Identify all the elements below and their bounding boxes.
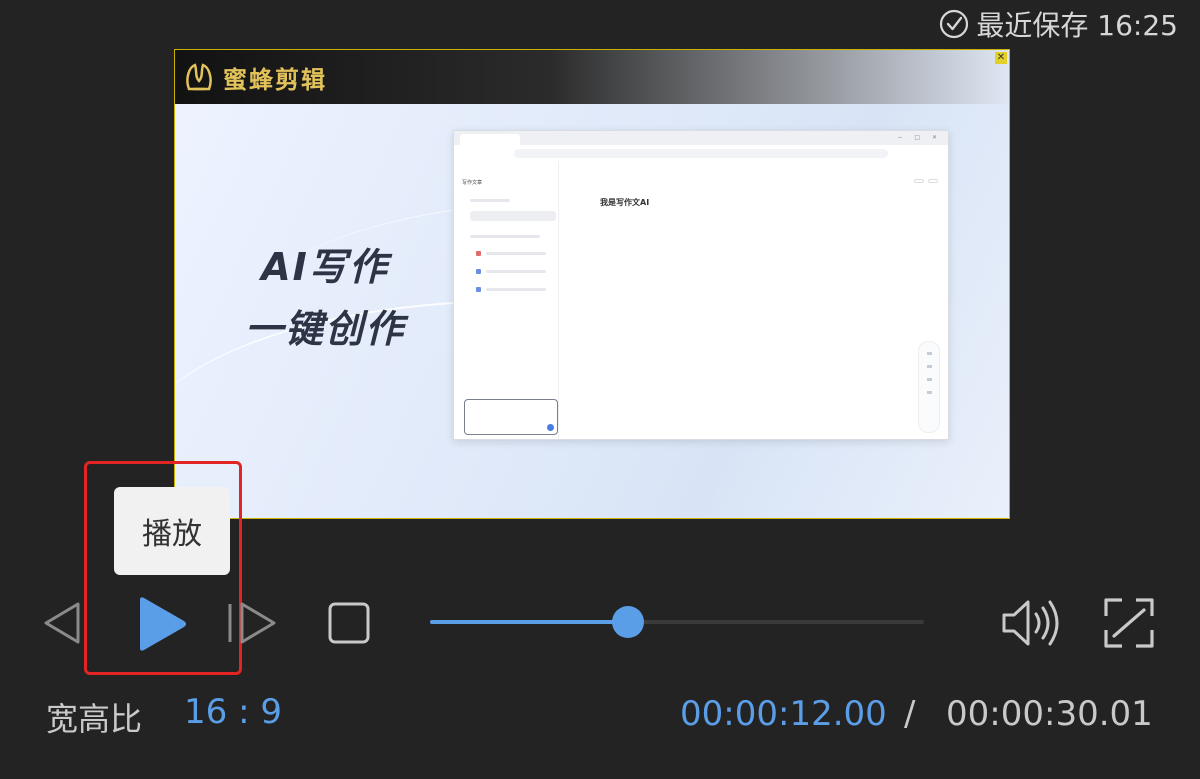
mock-input-box (464, 399, 558, 435)
mock-toolbar (910, 179, 938, 185)
aspect-ratio-value[interactable]: 16 : 9 (184, 692, 282, 732)
next-frame-icon (228, 602, 276, 644)
video-preview[interactable]: 蜜蜂剪辑 ✕ AI写作 一键创作 − □ ✕ 写作文章 我是写作文AI (174, 49, 1010, 519)
previous-frame-button[interactable] (40, 598, 84, 648)
mock-heading: 我是写作文AI (600, 198, 650, 207)
save-status-text: 最近保存 16:25 (976, 9, 1178, 42)
mock-button (914, 179, 924, 183)
mock-pill (470, 211, 556, 221)
stop-button[interactable] (326, 600, 372, 646)
next-frame-button[interactable] (226, 598, 280, 648)
fullscreen-button[interactable] (1100, 596, 1158, 650)
fullscreen-icon (1104, 598, 1154, 648)
preview-browser-mockup: − □ ✕ 写作文章 我是写作文AI (453, 130, 949, 440)
play-icon (140, 597, 186, 651)
close-icon[interactable]: ✕ (995, 52, 1007, 64)
mock-dot (476, 287, 481, 292)
logo-text: 蜜蜂剪辑 (223, 65, 327, 94)
mock-line (486, 270, 546, 273)
mock-dot (476, 269, 481, 274)
mock-line (486, 288, 546, 291)
play-button[interactable] (134, 596, 190, 652)
current-time: 00:00:12.00 (680, 694, 887, 734)
mock-send-icon (547, 424, 554, 431)
time-separator: / (904, 694, 916, 734)
volume-button[interactable] (998, 596, 1068, 650)
save-status: 最近保存 16:25 (938, 4, 1178, 44)
mock-tab (460, 134, 520, 145)
volume-icon (1002, 600, 1059, 646)
preview-headline-2: 一键创作 (244, 307, 405, 351)
preview-headline-1: AI写作 (261, 245, 389, 289)
play-tooltip: 播放 (114, 487, 230, 575)
watermark-logo: 蜜蜂剪辑 (181, 58, 327, 96)
mock-url-bar (514, 149, 888, 158)
total-time: 00:00:30.01 (946, 694, 1153, 734)
mock-line (486, 252, 546, 255)
progress-fill (430, 620, 628, 624)
mock-line (470, 235, 540, 238)
mock-button (928, 179, 938, 183)
aspect-ratio-label: 宽高比 (46, 700, 143, 738)
mock-dot (476, 251, 481, 256)
check-circle-icon (940, 9, 969, 39)
stop-icon (328, 602, 370, 644)
mock-sidebar: 写作文章 (454, 161, 559, 439)
previous-frame-icon (44, 602, 80, 644)
progress-thumb[interactable] (611, 606, 644, 638)
progress-slider[interactable] (430, 606, 924, 638)
mock-tab-bar: − □ ✕ (454, 131, 948, 145)
mock-line (470, 199, 510, 202)
mock-sidebar-title: 写作文章 (462, 180, 483, 186)
mock-side-rail (918, 341, 940, 433)
mock-window-controls: − □ ✕ (897, 134, 942, 141)
bee-logo-icon (186, 63, 212, 91)
